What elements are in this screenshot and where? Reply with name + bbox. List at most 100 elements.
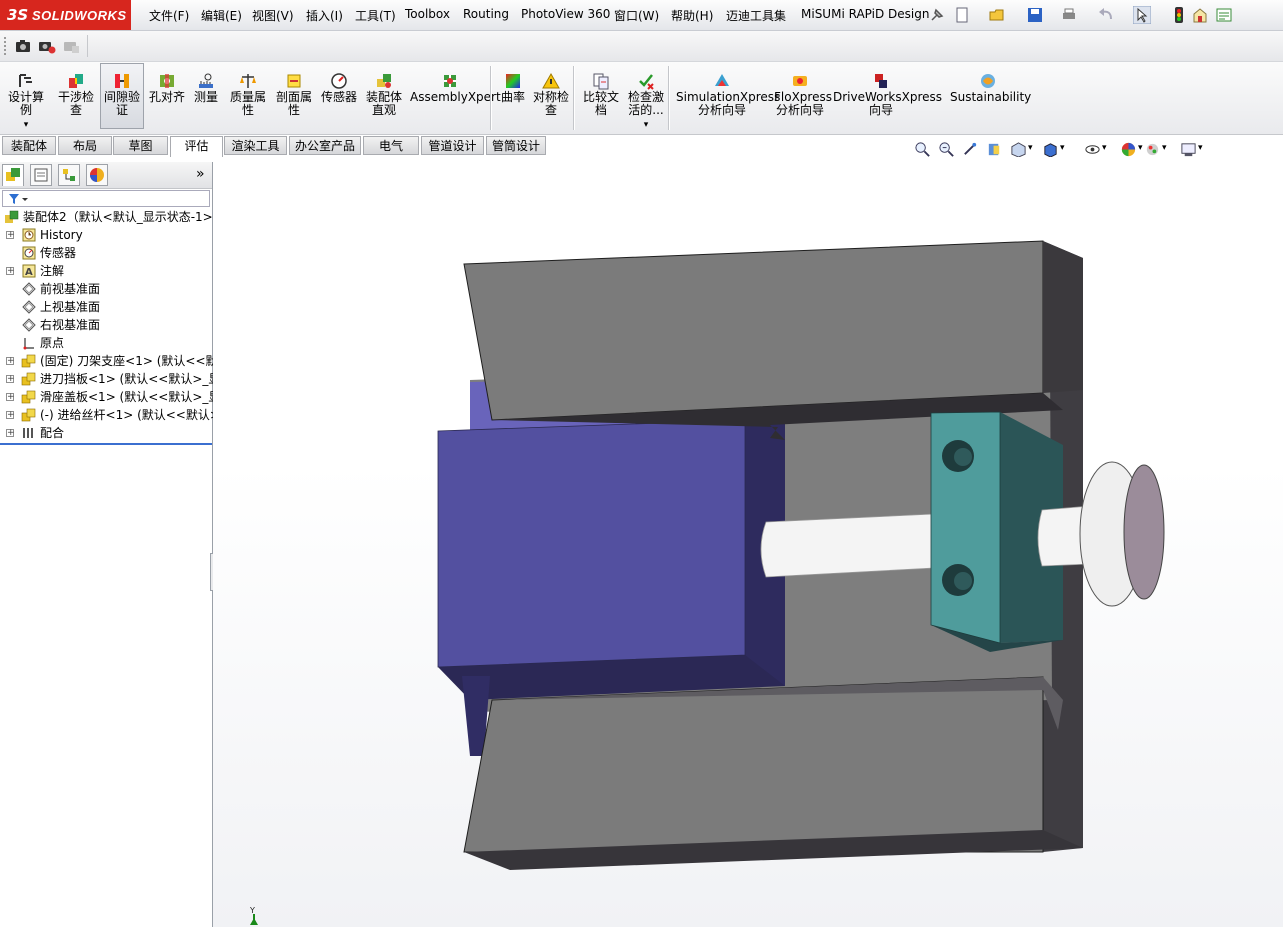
- slide-cover-front[interactable]: [437, 419, 746, 668]
- filter-icon[interactable]: [7, 192, 29, 206]
- expand-toggle-icon[interactable]: [6, 226, 15, 244]
- view-orientation-icon[interactable]: [1010, 141, 1027, 158]
- expand-toggle-icon[interactable]: [6, 388, 15, 406]
- expand-toggle-icon[interactable]: [6, 352, 15, 370]
- tab-electrical[interactable]: 电气: [363, 136, 419, 155]
- cmd-simulationxpress[interactable]: SimulationXpress 分析向导: [676, 72, 780, 117]
- panel-tab-display-manager[interactable]: [86, 164, 108, 186]
- previous-view-icon[interactable]: [962, 141, 979, 158]
- dropdown-arrow-icon[interactable]: ▾: [1028, 143, 1033, 153]
- tree-part-slide-cover[interactable]: 滑座盖板<1> (默认<<默认>_显: [0, 388, 220, 406]
- tree-top-plane[interactable]: 上视基准面: [0, 298, 212, 316]
- tree-root-assembly[interactable]: 装配体2（默认<默认_显示状态-1>): [0, 208, 217, 226]
- tree-part-feed-screw[interactable]: (-) 进给丝杆<1> (默认<<默认>: [0, 406, 220, 424]
- menu-toolbox[interactable]: Toolbox: [405, 7, 450, 21]
- cmd-symmetry-check[interactable]: 对称检 查: [531, 72, 571, 117]
- menu-file[interactable]: 文件(F): [149, 7, 189, 24]
- tree-sensors[interactable]: 传感器: [0, 244, 212, 262]
- camera-settings-icon[interactable]: [38, 37, 56, 55]
- tab-evaluate[interactable]: 评估: [170, 136, 223, 157]
- menu-help[interactable]: 帮助(H): [671, 7, 713, 24]
- tab-piping[interactable]: 管道设计: [421, 136, 484, 155]
- toolbar-grip[interactable]: [4, 37, 9, 55]
- print-icon[interactable]: [1060, 6, 1078, 24]
- display-style-icon[interactable]: [1042, 141, 1059, 158]
- menu-view[interactable]: 视图(V): [252, 7, 294, 24]
- menu-tools[interactable]: 工具(T): [355, 7, 396, 24]
- zoom-to-fit-icon[interactable]: [914, 141, 931, 158]
- cmd-sensor[interactable]: 传感器: [318, 72, 360, 104]
- tree-origin[interactable]: 原点: [0, 334, 212, 352]
- zoom-to-area-icon[interactable]: [938, 141, 955, 158]
- tree-annotations[interactable]: A 注解: [0, 262, 212, 280]
- tree-front-plane[interactable]: 前视基准面: [0, 280, 212, 298]
- tree-mates[interactable]: 配合: [0, 424, 212, 442]
- view-settings-icon[interactable]: [1180, 141, 1197, 158]
- tab-office-products[interactable]: 办公室产品: [289, 136, 361, 155]
- tab-sketch[interactable]: 草图: [113, 136, 168, 155]
- hide-show-items-icon[interactable]: [1084, 141, 1101, 158]
- cmd-driveworksxpress[interactable]: DriveWorksXpress 向导: [833, 72, 942, 117]
- tree-part-feed-baffle[interactable]: 进刀挡板<1> (默认<<默认>_显: [0, 370, 220, 388]
- traffic-light-icon[interactable]: [1170, 6, 1188, 24]
- cmd-clearance-verification[interactable]: 间隙验 证: [100, 63, 144, 129]
- menu-photoview[interactable]: PhotoView 360: [521, 7, 610, 21]
- tab-tubing[interactable]: 管筒设计: [486, 136, 546, 155]
- cmd-section-properties[interactable]: 剖面属 性: [272, 72, 316, 117]
- pin-icon[interactable]: [928, 6, 946, 24]
- cmd-compare-documents[interactable]: 比较文 档: [581, 72, 621, 117]
- cmd-measure[interactable]: 测量: [191, 72, 221, 104]
- lower-rail-front[interactable]: [463, 676, 1044, 853]
- dropdown-arrow-icon[interactable]: ▾: [1198, 143, 1203, 153]
- dropdown-arrow-icon[interactable]: ▾: [1102, 143, 1107, 153]
- menu-maidi[interactable]: 迈迪工具集: [726, 7, 786, 24]
- tree-part-tool-holder-base[interactable]: (固定) 刀架支座<1> (默认<<默: [0, 352, 218, 370]
- graphics-area[interactable]: Y: [213, 157, 1283, 927]
- options-icon[interactable]: [1191, 6, 1209, 24]
- panel-tab-configuration-manager[interactable]: [58, 164, 80, 186]
- apply-scene-icon[interactable]: [1144, 141, 1161, 158]
- tab-render-tools[interactable]: 渲染工具: [224, 136, 287, 155]
- expand-toggle-icon[interactable]: [6, 424, 15, 442]
- panel-tab-property-manager[interactable]: [30, 164, 52, 186]
- customize-icon[interactable]: [1215, 6, 1233, 24]
- panel-tab-feature-manager[interactable]: [2, 164, 24, 186]
- menu-window[interactable]: 窗口(W): [614, 7, 659, 24]
- open-folder-icon[interactable]: [988, 6, 1006, 24]
- cmd-interference-detection[interactable]: 干涉检 查: [54, 72, 98, 117]
- dropdown-arrow-icon[interactable]: ▾: [1060, 143, 1065, 153]
- section-view-icon[interactable]: [986, 141, 1003, 158]
- new-document-icon[interactable]: [953, 6, 971, 24]
- handwheel-face[interactable]: [1123, 464, 1165, 600]
- select-arrow-icon[interactable]: [1133, 6, 1151, 24]
- upper-rail-right[interactable]: [1043, 241, 1083, 393]
- expand-toggle-icon[interactable]: [6, 262, 15, 280]
- tree-filter[interactable]: [2, 190, 210, 207]
- solidworks-logo[interactable]: 3S SOLIDWORKS: [0, 0, 131, 30]
- expand-toggle-icon[interactable]: [6, 406, 15, 424]
- upper-rail-front[interactable]: [463, 240, 1044, 421]
- cmd-assemblyxpert[interactable]: AssemblyXpert: [410, 72, 501, 104]
- cmd-curvature[interactable]: 曲率: [496, 72, 530, 104]
- menu-routing[interactable]: Routing: [463, 7, 509, 21]
- panel-expand-icon[interactable]: »: [196, 166, 205, 182]
- cmd-check-active[interactable]: 检查激 活的... ▾: [626, 72, 666, 132]
- menu-insert[interactable]: 插入(I): [306, 7, 343, 24]
- tab-assembly[interactable]: 装配体: [2, 136, 56, 155]
- cmd-hole-alignment[interactable]: 孔对齐: [147, 72, 187, 104]
- undo-icon[interactable]: [1097, 6, 1115, 24]
- dropdown-arrow-icon[interactable]: ▾: [4, 119, 48, 132]
- tree-right-plane[interactable]: 右视基准面: [0, 316, 212, 334]
- camera-icon[interactable]: [14, 37, 32, 55]
- save-icon[interactable]: [1026, 6, 1044, 24]
- dropdown-arrow-icon[interactable]: ▾: [626, 119, 666, 132]
- assembly-model[interactable]: Y: [213, 157, 1283, 927]
- cmd-sustainability[interactable]: Sustainability: [950, 72, 1031, 104]
- cmd-mass-properties[interactable]: 质量属 性: [226, 72, 270, 117]
- tab-layout[interactable]: 布局: [58, 136, 112, 155]
- cmd-design-study[interactable]: 设计算 例 ▾: [4, 72, 48, 132]
- menu-edit[interactable]: 编辑(E): [201, 7, 242, 24]
- expand-toggle-icon[interactable]: [6, 370, 15, 388]
- menu-misumi[interactable]: MiSUMi RAPiD Design: [801, 7, 929, 21]
- cmd-assembly-visualization[interactable]: 装配体 直观: [364, 72, 404, 117]
